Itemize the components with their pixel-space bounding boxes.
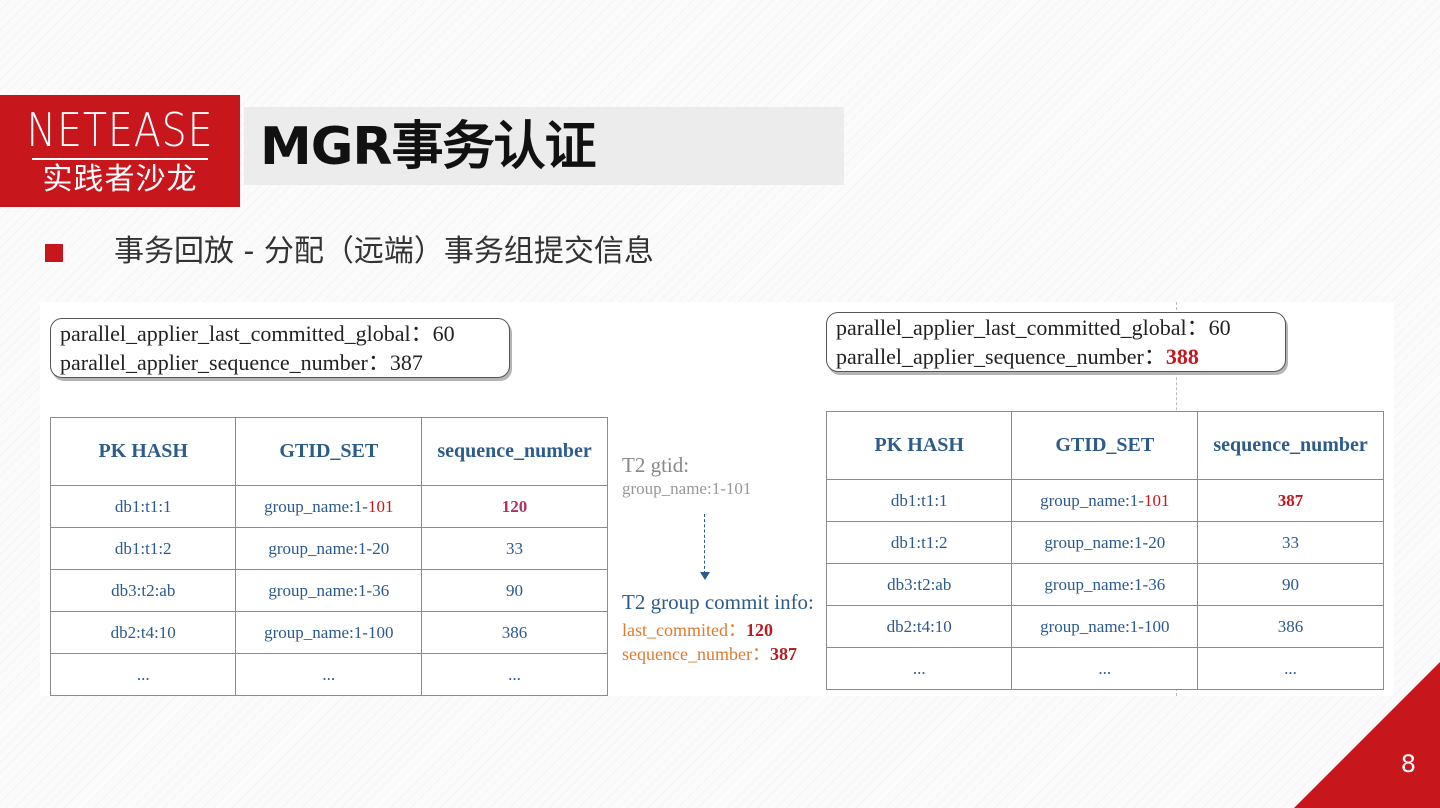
sequence-number-cell: 90: [1197, 563, 1384, 606]
arrow-down-icon: [700, 572, 710, 580]
bullet-icon: [45, 244, 63, 262]
t2-gtid-value: group_name:1-101: [622, 479, 752, 498]
flow-arrow-line: [704, 514, 705, 574]
gtid-set-cell: group_name:1-20: [235, 527, 423, 570]
pk-hash-cell: db2:t4:10: [49, 611, 237, 654]
column-header-pk-hash: PK HASH: [825, 411, 1013, 480]
commit-info-title: T2 group commit info:: [622, 590, 814, 614]
table-row: db1:t1:2 group_name:1-20 33: [825, 521, 1384, 564]
gtid-set-cell: ...: [1011, 647, 1199, 690]
table-row: db2:t4:10 group_name:1-100 386: [825, 605, 1384, 648]
gtid-set-cell: group_name:1-101: [1011, 479, 1199, 522]
right-callout-line-2: parallel_applier_sequence_number：388: [836, 344, 1199, 369]
table-row: db2:t4:10 group_name:1-100 386: [49, 611, 608, 654]
left-hash-table: PK HASH GTID_SET sequence_number db1:t1:…: [49, 417, 608, 696]
pk-hash-cell: db1:t1:2: [825, 521, 1013, 564]
t2-gtid-title: T2 gtid:: [622, 453, 690, 477]
sequence-number-cell: 386: [421, 611, 608, 654]
netease-logo: NETEASE 实践者沙龙: [0, 95, 240, 207]
page-number: 8: [1400, 750, 1416, 778]
table-row: db1:t1:1 group_name:1-101 387: [825, 479, 1384, 522]
table-row: db3:t2:ab group_name:1-36 90: [825, 563, 1384, 606]
pk-hash-cell: ...: [49, 653, 237, 696]
left-callout-line-1: parallel_applier_last_committed_global：6…: [60, 321, 455, 346]
logo-divider: [32, 158, 208, 160]
right-hash-table: PK HASH GTID_SET sequence_number db1:t1:…: [825, 411, 1384, 690]
right-callout-line-1: parallel_applier_last_committed_global：6…: [836, 315, 1231, 340]
sequence-number-line: sequence_number：387: [622, 644, 797, 664]
page-title: MGR事务认证: [260, 117, 596, 177]
column-header-pk-hash: PK HASH: [49, 417, 237, 486]
pk-hash-cell: db1:t1:2: [49, 527, 237, 570]
figure-panel: parallel_applier_last_committed_global：6…: [40, 302, 1394, 696]
sequence-number-cell: 387: [1197, 479, 1384, 522]
pk-hash-cell: db3:t2:ab: [49, 569, 237, 612]
right-callout: parallel_applier_last_committed_global：6…: [826, 312, 1286, 372]
sequence-number-cell: ...: [421, 653, 608, 696]
pk-hash-cell: db1:t1:1: [825, 479, 1013, 522]
gtid-set-cell: group_name:1-36: [1011, 563, 1199, 606]
sequence-number-cell: 90: [421, 569, 608, 612]
table-row: db1:t1:2 group_name:1-20 33: [49, 527, 608, 570]
sequence-number-cell: 386: [1197, 605, 1384, 648]
section-subtitle: 事务回放 - 分配（远端）事务组提交信息: [114, 234, 654, 269]
pk-hash-cell: db1:t1:1: [49, 485, 237, 528]
sequence-number-cell: 33: [421, 527, 608, 570]
gtid-set-cell: group_name:1-20: [1011, 521, 1199, 564]
gtid-set-cell: group_name:1-36: [235, 569, 423, 612]
table-header-row: PK HASH GTID_SET sequence_number: [825, 411, 1384, 480]
left-callout-line-2: parallel_applier_sequence_number：387: [60, 350, 423, 375]
table-header-row: PK HASH GTID_SET sequence_number: [49, 417, 608, 486]
gtid-set-cell: group_name:1-100: [1011, 605, 1199, 648]
table-row: db3:t2:ab group_name:1-36 90: [49, 569, 608, 612]
pk-hash-cell: db3:t2:ab: [825, 563, 1013, 606]
sequence-number-cell: 33: [1197, 521, 1384, 564]
last-commited-line: last_commited：120: [622, 620, 773, 640]
table-row: ... ... ...: [49, 653, 608, 696]
pk-hash-cell: ...: [825, 647, 1013, 690]
logo-tagline: 实践者沙龙: [42, 162, 198, 197]
column-header-gtid-set: GTID_SET: [235, 417, 423, 486]
gtid-set-cell: group_name:1-100: [235, 611, 423, 654]
sequence-number-cell: 120: [421, 485, 608, 528]
column-header-sequence-number: sequence_number: [421, 417, 608, 486]
logo-wordmark: NETEASE: [26, 103, 214, 157]
commit-info-column: T2 gtid: group_name:1-101 T2 group commi…: [622, 452, 852, 664]
gtid-set-cell: ...: [235, 653, 423, 696]
column-header-gtid-set: GTID_SET: [1011, 411, 1199, 480]
left-callout: parallel_applier_last_committed_global：6…: [50, 318, 510, 378]
table-row: db1:t1:1 group_name:1-101 120: [49, 485, 608, 528]
pk-hash-cell: db2:t4:10: [825, 605, 1013, 648]
title-bar: MGR事务认证: [244, 107, 844, 185]
gtid-set-cell: group_name:1-101: [235, 485, 423, 528]
corner-triangle: [1294, 662, 1440, 808]
column-header-sequence-number: sequence_number: [1197, 411, 1384, 480]
